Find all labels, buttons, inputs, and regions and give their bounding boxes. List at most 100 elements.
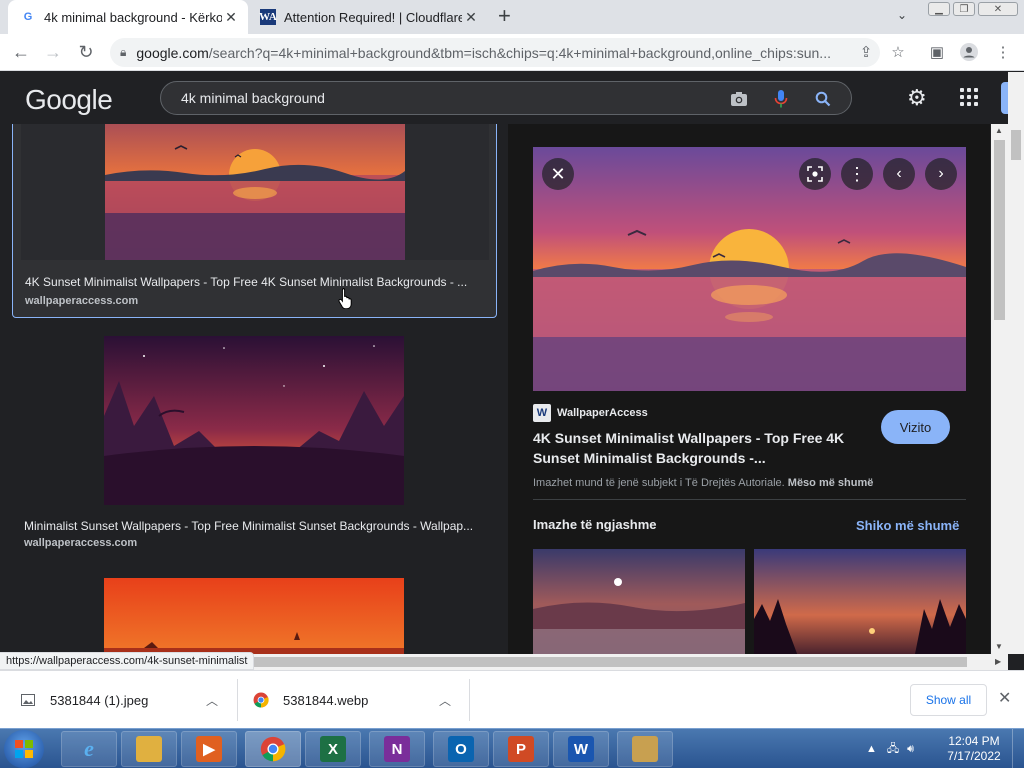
divider [469, 679, 470, 721]
taskbar-excel[interactable]: X [305, 731, 361, 767]
thumbnail-frame [21, 124, 489, 260]
wallpaperaccess-icon: WA [259, 9, 277, 25]
address-bar[interactable]: 🔒︎ google.com/search?q=4k+minimal+backgr… [110, 38, 880, 67]
preview-site[interactable]: W WallpaperAccess [533, 404, 648, 422]
settings-gear-icon[interactable]: ⚙ [907, 85, 927, 111]
windows-logo-icon [15, 740, 33, 758]
result-title[interactable]: Minimalist Sunset Wallpapers - Top Free … [24, 519, 484, 533]
tab-search-chevron-icon[interactable]: ⌄ [897, 8, 907, 22]
tab-strip: G 4k minimal background - Kërko n ✕ WA A… [0, 0, 1024, 34]
related-image[interactable] [754, 549, 966, 654]
start-button[interactable] [4, 730, 44, 768]
scrollbar-thumb[interactable] [1011, 130, 1021, 160]
page-scrollbar[interactable] [1008, 72, 1024, 654]
close-shelf-icon[interactable]: ✕ [998, 688, 1011, 708]
download-item[interactable]: 5381844.webp ︿ [253, 671, 463, 729]
profile-avatar-icon[interactable] [960, 43, 978, 61]
taskbar-word[interactable]: W [553, 731, 609, 767]
taskbar-file-explorer[interactable] [121, 731, 177, 767]
browser-toolbar: ← → ↻ 🔒︎ google.com/search?q=4k+minimal+… [0, 34, 1024, 71]
divider [237, 679, 238, 721]
show-desktop-button[interactable] [1012, 729, 1024, 768]
preview-title[interactable]: 4K Sunset Minimalist Wallpapers - Top Fr… [533, 428, 863, 468]
tab-cloudflare[interactable]: WA Attention Required! | Cloudflare ✕ [252, 0, 488, 34]
scroll-up-icon[interactable]: ▲ [995, 126, 1003, 135]
forward-arrow-icon[interactable]: → [43, 42, 63, 62]
lens-search-icon[interactable] [799, 158, 831, 190]
outlook-icon: O [448, 736, 474, 762]
taskbar-internet-explorer[interactable]: e [61, 731, 117, 767]
google-header: Google ⚙ [0, 72, 1009, 124]
download-filename: 5381844 (1).jpeg [50, 692, 149, 708]
reload-icon[interactable]: ↻ [76, 42, 96, 62]
result-title[interactable]: 4K Sunset Minimalist Wallpapers - Top Fr… [25, 275, 485, 289]
orange-sunset-thumbnail[interactable] [104, 578, 404, 654]
previous-chevron-icon[interactable]: ‹ [883, 158, 915, 190]
taskbar-app[interactable] [617, 731, 673, 767]
clock[interactable]: 12:04 PM 7/17/2022 [940, 734, 1008, 764]
sunset-thumbnail[interactable] [105, 124, 405, 260]
copyright-note: Imazhet mund të jenë subjekt i Të Drejtë… [533, 477, 874, 489]
taskbar-onenote[interactable]: N [369, 731, 425, 767]
visit-button[interactable]: Vizito [881, 410, 950, 444]
result-card[interactable] [12, 578, 497, 654]
bookmark-star-icon[interactable]: ☆ [889, 43, 907, 61]
scroll-down-icon[interactable]: ▼ [995, 642, 1003, 651]
restore-button[interactable]: ❐ [953, 2, 975, 16]
system-tray: ▲ 🖧︎ 🔊︎ [866, 729, 914, 768]
folder-icon [136, 736, 162, 762]
clock-time: 12:04 PM [948, 734, 1000, 748]
result-card-selected[interactable]: 4K Sunset Minimalist Wallpapers - Top Fr… [12, 124, 497, 318]
download-item[interactable]: 5381844 (1).jpeg ︿ [20, 671, 230, 729]
related-image[interactable] [533, 549, 745, 654]
result-card[interactable]: Minimalist Sunset Wallpapers - Top Free … [12, 336, 497, 556]
learn-more-link[interactable]: Mëso më shumë [788, 477, 874, 489]
window-close-button[interactable]: ✕ [978, 2, 1018, 16]
tray-expand-icon[interactable]: ▲ [866, 743, 877, 755]
google-logo[interactable]: Google [25, 84, 113, 116]
clock-date: 7/17/2022 [947, 749, 1001, 763]
side-panel-icon[interactable]: ▣ [928, 43, 946, 61]
download-filename: 5381844.webp [283, 692, 369, 708]
preview-scrollbar[interactable]: ▲ ▼ [991, 124, 1008, 654]
new-tab-button[interactable]: + [498, 5, 511, 27]
kebab-menu-icon[interactable]: ⋮ [994, 43, 1012, 61]
close-preview-icon[interactable]: ✕ [542, 158, 574, 190]
close-tab-icon[interactable]: ✕ [462, 9, 480, 26]
close-tab-icon[interactable]: ✕ [222, 9, 240, 26]
volume-icon[interactable]: 🔊︎ [907, 743, 914, 756]
wallpaperaccess-icon: W [533, 404, 551, 422]
scroll-right-icon[interactable]: ▶ [995, 657, 1001, 666]
scrollbar-thumb[interactable] [994, 140, 1005, 320]
minimize-button[interactable]: ▁ [928, 2, 950, 16]
tab-google-search[interactable]: G 4k minimal background - Kërko n ✕ [8, 0, 248, 34]
back-arrow-icon[interactable]: ← [11, 42, 31, 62]
search-input[interactable] [181, 90, 721, 106]
camera-icon[interactable] [729, 89, 749, 109]
divider [533, 499, 966, 500]
chevron-up-icon[interactable]: ︿ [206, 692, 218, 709]
search-icon[interactable] [813, 89, 833, 109]
taskbar-powerpoint[interactable]: P [493, 731, 549, 767]
image-results-list: 4K Sunset Minimalist Wallpapers - Top Fr… [0, 124, 508, 654]
mountain-sunset-thumbnail[interactable] [104, 336, 404, 505]
more-options-icon[interactable]: ⋮ [841, 158, 873, 190]
taskbar-media-player[interactable]: ▶ [181, 731, 237, 767]
network-icon[interactable]: 🖧︎ [887, 740, 899, 759]
powerpoint-icon: P [508, 736, 534, 762]
share-icon[interactable]: ⇪ [857, 43, 875, 61]
show-all-button[interactable]: Show all [910, 684, 987, 716]
google-apps-icon[interactable] [960, 88, 978, 106]
internet-explorer-icon: e [84, 736, 94, 761]
taskbar-outlook[interactable]: O [433, 731, 489, 767]
onenote-icon: N [384, 736, 410, 762]
taskbar-chrome[interactable] [245, 731, 301, 767]
windows-taskbar: e ▶ X N O P W ▲ 🖧︎ 🔊︎ 12:04 PM 7/17/2022 [0, 728, 1024, 768]
app-icon [632, 736, 658, 762]
see-more-link[interactable]: Shiko më shumë [856, 518, 959, 533]
site-name: WallpaperAccess [557, 407, 648, 419]
next-chevron-icon[interactable]: › [925, 158, 957, 190]
search-box [160, 81, 852, 115]
chevron-up-icon[interactable]: ︿ [439, 692, 451, 709]
microphone-icon[interactable] [771, 89, 791, 109]
